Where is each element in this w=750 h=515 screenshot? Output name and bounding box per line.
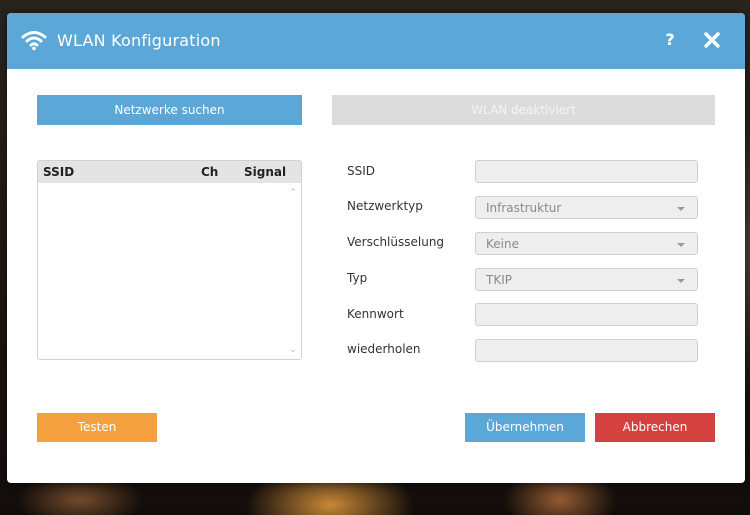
column-signal[interactable]: Signal: [244, 165, 286, 179]
wifi-icon: [21, 31, 47, 51]
repeat-password-input[interactable]: [475, 339, 698, 362]
network-list[interactable]: SSID Ch Signal ⌃ ⌄: [37, 160, 302, 360]
wlan-toggle-button[interactable]: WLAN deaktiviert: [332, 95, 715, 125]
encryption-label: Verschlüsselung: [347, 235, 445, 249]
repeat-password-label: wiederholen: [347, 342, 421, 356]
close-icon[interactable]: [702, 30, 722, 50]
password-label: Kennwort: [347, 307, 404, 321]
ssid-label: SSID: [347, 164, 376, 178]
cancel-button[interactable]: Abbrechen: [595, 413, 715, 442]
encryption-value: Keine: [486, 237, 519, 251]
dropdown-caret-icon: [677, 207, 685, 211]
type-label: Typ: [347, 271, 368, 285]
network-list-header: SSID Ch Signal: [38, 161, 301, 183]
ssid-input[interactable]: [475, 160, 698, 183]
type-value: TKIP: [486, 273, 512, 287]
password-input[interactable]: [475, 303, 698, 326]
network-type-value: Infrastruktur: [486, 201, 562, 215]
test-button[interactable]: Testen: [37, 413, 157, 442]
chevron-up-icon[interactable]: ⌃: [288, 188, 298, 198]
dropdown-caret-icon: [677, 279, 685, 283]
wlan-config-dialog: WLAN Konfiguration ? Netzwerke suchen WL…: [7, 13, 745, 483]
dropdown-caret-icon: [677, 243, 685, 247]
encryption-select[interactable]: Keine: [475, 232, 698, 255]
help-icon[interactable]: ?: [661, 30, 679, 50]
column-channel[interactable]: Ch: [201, 165, 218, 179]
apply-button[interactable]: Übernehmen: [465, 413, 585, 442]
search-networks-button[interactable]: Netzwerke suchen: [37, 95, 302, 125]
network-type-label: Netzwerktyp: [347, 199, 423, 213]
dialog-titlebar: WLAN Konfiguration ?: [7, 13, 745, 69]
chevron-down-icon[interactable]: ⌄: [288, 345, 298, 355]
column-ssid[interactable]: SSID: [43, 165, 74, 179]
type-select[interactable]: TKIP: [475, 268, 698, 291]
network-type-select[interactable]: Infrastruktur: [475, 196, 698, 219]
dialog-title: WLAN Konfiguration: [57, 31, 221, 50]
